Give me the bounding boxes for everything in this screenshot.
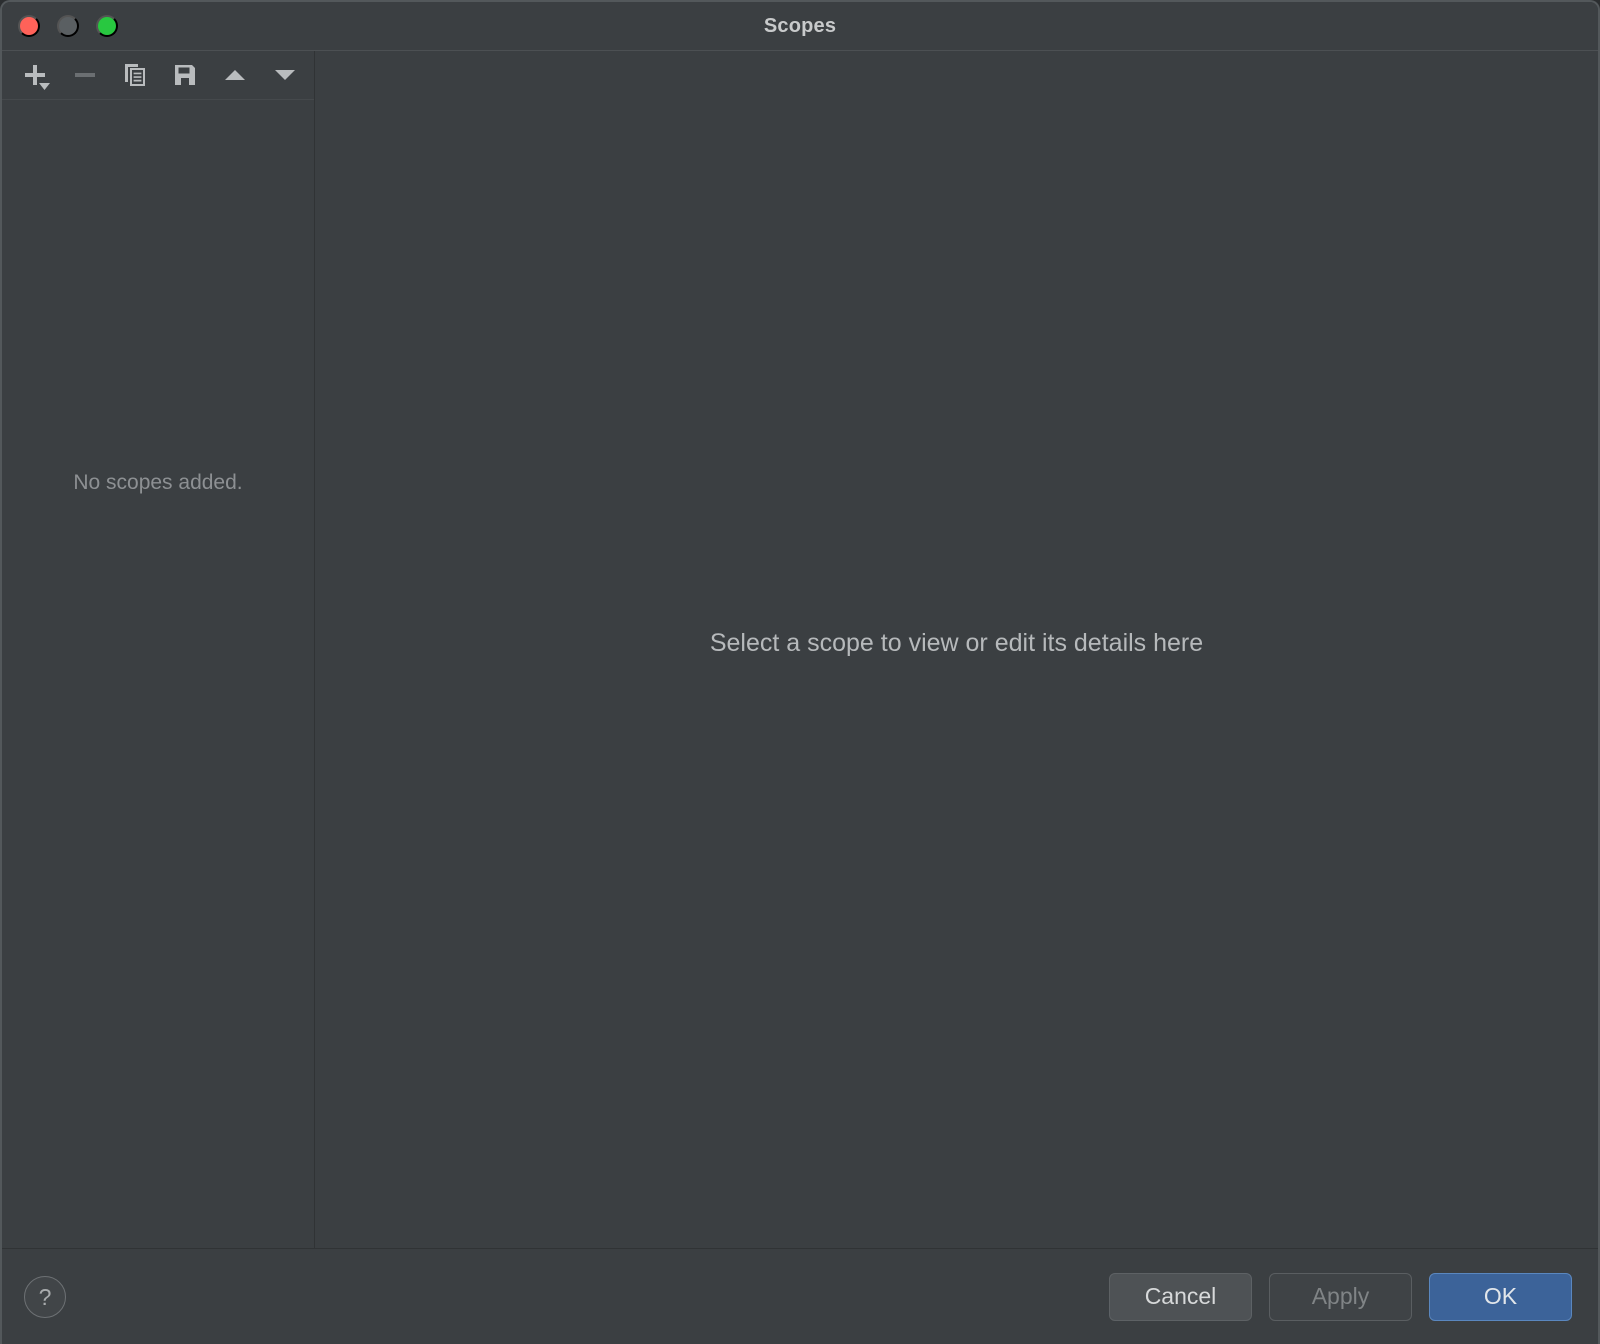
chevron-down-icon: [39, 83, 50, 90]
scopes-dialog-window: Scopes No scopes added. Select a scope t…: [0, 0, 1600, 1344]
remove-icon: [72, 62, 98, 88]
page-title: Scopes: [763, 14, 837, 37]
move-scope-down-button[interactable]: [260, 53, 310, 97]
scopes-toolbar: [2, 51, 314, 100]
title-bar: Scopes: [2, 2, 1598, 51]
empty-state-message: No scopes added.: [73, 471, 243, 494]
details-placeholder-message: Select a scope to view or edit its detai…: [709, 629, 1204, 657]
dialog-footer: ? Cancel Apply OK: [2, 1249, 1598, 1344]
help-button[interactable]: ?: [24, 1275, 66, 1318]
arrow-up-icon: [222, 62, 248, 88]
scopes-list-panel: No scopes added.: [2, 51, 315, 1248]
save-scope-button[interactable]: [160, 53, 210, 97]
close-window-button[interactable]: [18, 15, 40, 37]
scope-details-panel: Select a scope to view or edit its detai…: [315, 51, 1598, 1248]
arrow-down-icon: [272, 62, 298, 88]
cancel-button[interactable]: Cancel: [1109, 1272, 1252, 1321]
add-scope-button[interactable]: [10, 53, 60, 97]
traffic-light-group: [18, 2, 118, 50]
ok-button[interactable]: OK: [1429, 1272, 1572, 1321]
duplicate-scope-button[interactable]: [110, 53, 160, 97]
maximize-window-button[interactable]: [96, 15, 118, 37]
copy-icon: [122, 62, 148, 88]
remove-scope-button[interactable]: [60, 53, 110, 97]
minimize-window-button[interactable]: [57, 15, 79, 37]
scopes-list[interactable]: No scopes added.: [2, 100, 314, 1248]
dialog-body: No scopes added. Select a scope to view …: [2, 51, 1598, 1249]
dialog-action-buttons: Cancel Apply OK: [1109, 1272, 1572, 1321]
apply-button[interactable]: Apply: [1269, 1272, 1412, 1321]
save-icon: [172, 62, 198, 88]
move-scope-up-button[interactable]: [210, 53, 260, 97]
